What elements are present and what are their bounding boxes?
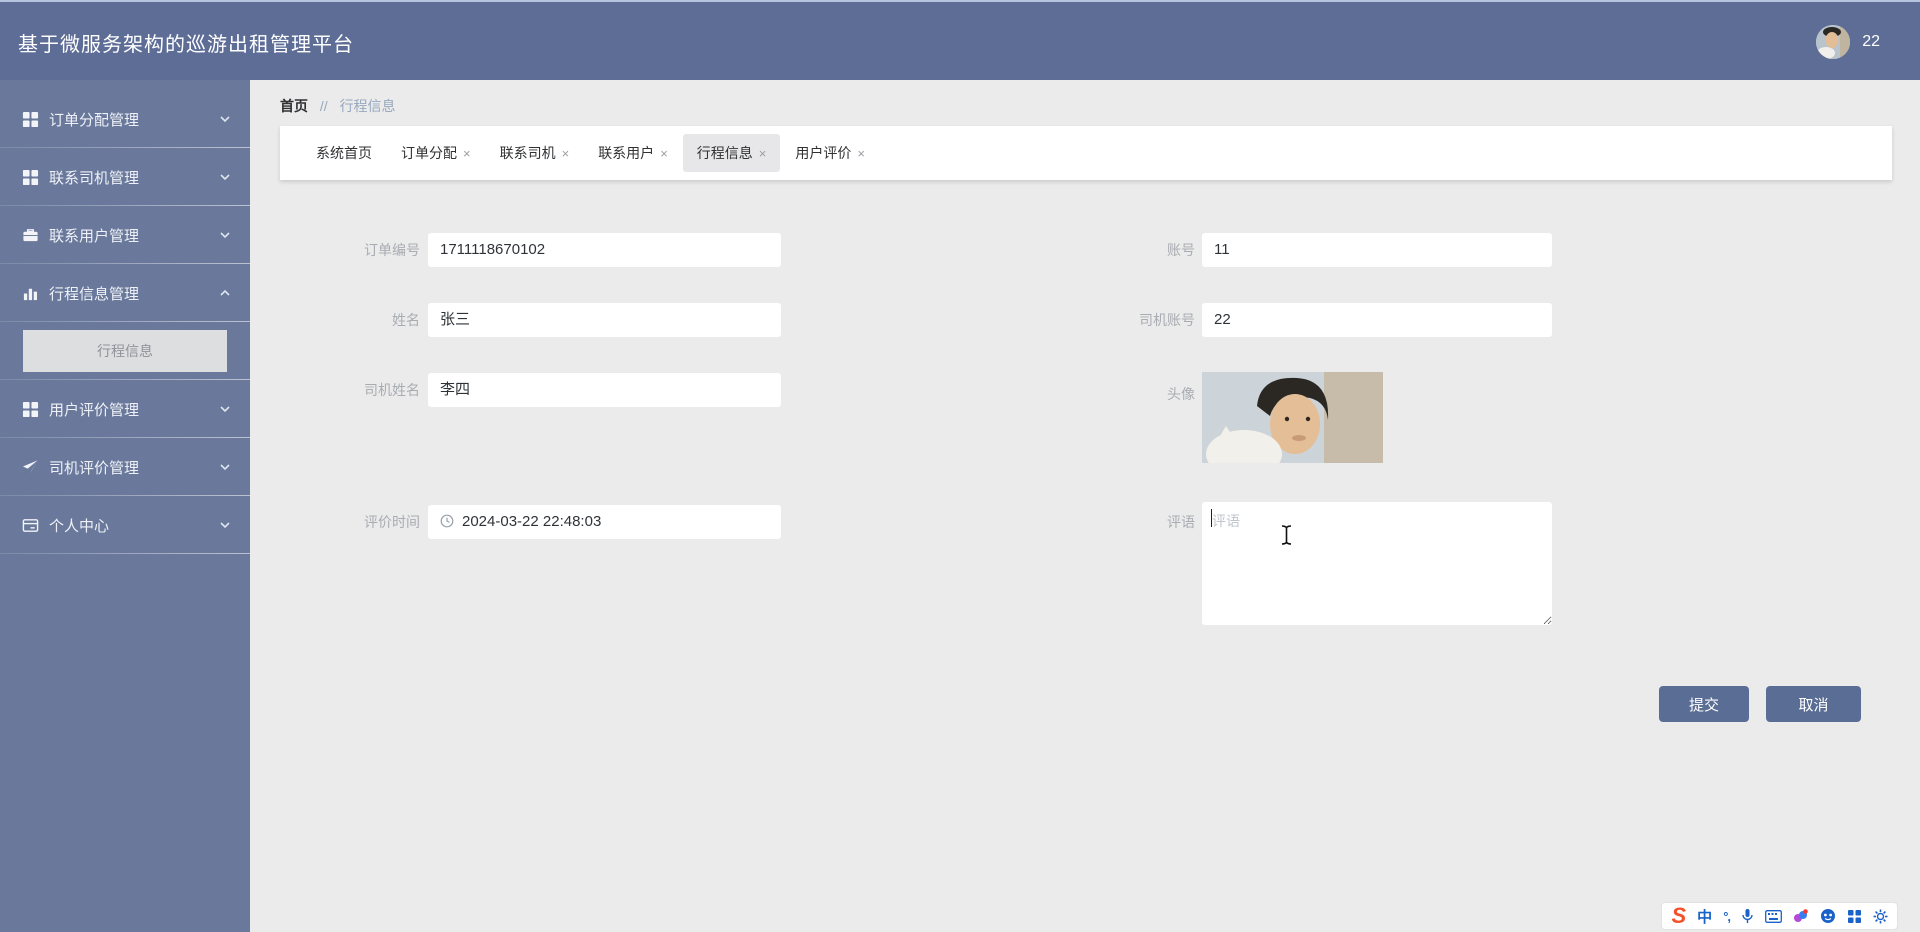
header-user-area[interactable]: 22 [1816,2,1880,82]
tab-label: 联系司机 [499,145,556,161]
sidebar-item-label: 司机评价管理 [49,459,140,477]
text-caret [1211,509,1212,527]
username-label: 22 [1862,33,1880,50]
emoji-face-icon[interactable] [1820,908,1836,924]
chevron-down-icon [220,522,230,529]
name-field[interactable]: 张三 [428,303,781,337]
cancel-button[interactable]: 取消 [1766,686,1861,722]
send-icon [22,459,38,474]
card-icon [22,518,39,532]
avatar-photo-label: 头像 [1167,386,1195,402]
sogou-logo-icon[interactable]: S [1671,905,1686,927]
order-no-label: 订单编号 [364,242,420,258]
chevron-up-icon [220,289,230,296]
sidebar-item-label: 订单分配管理 [49,111,140,129]
sidebar-item-driver-evaluation[interactable]: 司机评价管理 [0,438,250,496]
sidebar-item-trip-info[interactable]: 行程信息管理 [0,264,250,322]
sidebar-item-user-evaluation[interactable]: 用户评价管理 [0,380,250,438]
driver-account-field[interactable]: 22 [1202,303,1552,337]
ime-toolbar[interactable]: S 中 °, [1661,902,1898,930]
breadcrumb-separator: // [319,98,328,114]
header-bar: 基于微服务架构的巡游出租管理平台 22 [0,0,1920,80]
sidebar-submenu: 行程信息 [0,322,250,380]
sidebar-subitem-trip-info[interactable]: 行程信息 [23,330,227,372]
briefcase-icon [23,228,38,241]
close-icon[interactable]: × [857,147,865,160]
chevron-down-icon [220,232,230,239]
account-label: 账号 [1167,242,1195,258]
driver-avatar-photo[interactable] [1202,372,1383,463]
grid-icon [22,111,39,127]
driver-account-label: 司机账号 [1139,312,1195,328]
tab-label: 行程信息 [696,145,753,161]
tab-bar: 系统首页 订单分配 × 联系司机 × 联系用户 × 行程信息 × 用户评价 × [280,126,1892,180]
tab-label: 系统首页 [316,145,372,161]
keyboard-icon[interactable] [1765,909,1782,923]
main-content: 首页 // 行程信息 系统首页 订单分配 × 联系司机 × 联系用户 × 行程信… [250,80,1920,932]
grid-icon [22,401,39,417]
account-field[interactable]: 11 [1202,233,1552,267]
tab-user-evaluation[interactable]: 用户评价 × [781,134,879,172]
breadcrumb-home[interactable]: 首页 [280,98,308,114]
close-icon[interactable]: × [562,147,570,160]
sidebar-item-contact-driver[interactable]: 联系司机管理 [0,148,250,206]
driver-name-field[interactable]: 李四 [428,373,781,407]
page-title: 基于微服务架构的巡游出租管理平台 [18,34,354,56]
clock-icon [440,514,454,528]
microphone-icon[interactable] [1741,908,1754,924]
chevron-down-icon [220,406,230,413]
sidebar-item-contact-user[interactable]: 联系用户管理 [0,206,250,264]
punctuation-icon[interactable]: °, [1723,909,1731,924]
chevron-down-icon [220,116,230,123]
sidebar-item-label: 联系司机管理 [49,169,140,187]
tab-system-home[interactable]: 系统首页 [302,134,386,172]
order-no-field[interactable]: 1711118670102 [428,233,781,267]
tab-contact-driver[interactable]: 联系司机 × [486,134,584,172]
grid-icon [22,169,39,185]
tab-label: 用户评价 [795,145,852,161]
user-avatar[interactable] [1816,25,1851,59]
tab-label: 联系用户 [598,145,655,161]
tab-order-allocation[interactable]: 订单分配 × [387,134,485,172]
chevron-down-icon [220,174,230,181]
settings-gear-icon[interactable] [1873,909,1888,924]
sidebar-item-label: 行程信息管理 [49,285,140,303]
sidebar-item-label: 个人中心 [49,517,110,535]
tab-contact-user[interactable]: 联系用户 × [584,134,682,172]
breadcrumb-current: 行程信息 [339,98,396,114]
sidebar-item-order-allocation[interactable]: 订单分配管理 [0,90,250,148]
sidebar-item-personal-center[interactable]: 个人中心 [0,496,250,554]
bar-chart-icon [23,288,38,300]
sidebar: 订单分配管理 联系司机管理 联系用户管理 行程信息管理 行程信息 用户评价管理 [0,80,250,932]
eval-time-value: 2024-03-22 22:48:03 [462,513,602,530]
skin-icon[interactable] [1793,908,1809,924]
sidebar-item-label: 联系用户管理 [49,227,140,245]
tab-trip-info[interactable]: 行程信息 × [682,134,781,172]
driver-name-label: 司机姓名 [364,382,420,398]
close-icon[interactable]: × [463,147,471,160]
eval-time-field[interactable]: 2024-03-22 22:48:03 [428,505,781,539]
close-icon[interactable]: × [759,147,767,160]
tab-label: 订单分配 [401,145,457,161]
close-icon[interactable]: × [660,147,668,160]
sidebar-item-label: 用户评价管理 [49,401,140,419]
apps-grid-icon[interactable] [1847,909,1862,924]
comment-label: 评语 [1167,514,1195,530]
chevron-down-icon [220,464,230,471]
submit-button[interactable]: 提交 [1659,686,1749,722]
eval-time-label: 评价时间 [364,514,420,530]
chinese-mode-icon[interactable]: 中 [1697,906,1712,927]
app-root: 基于微服务架构的巡游出租管理平台 22 订单分配管理 联系司机管理 联系用户管理… [0,0,1920,932]
name-label: 姓名 [392,312,420,328]
comment-textarea[interactable] [1202,502,1552,625]
breadcrumb: 首页 // 行程信息 [280,96,396,116]
